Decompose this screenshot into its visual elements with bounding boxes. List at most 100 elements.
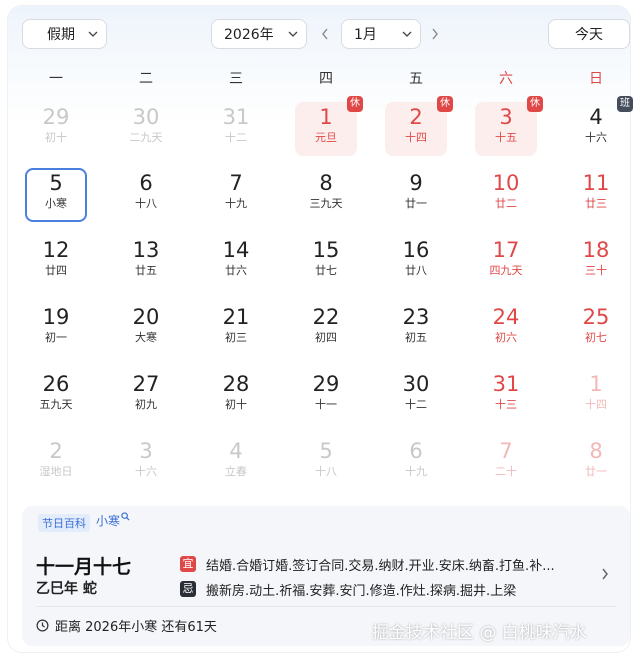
day-number: 5: [49, 171, 63, 195]
weekday-label: 日: [589, 71, 603, 87]
day-cell[interactable]: 4 十六班: [565, 96, 633, 156]
month-select-value: 1月: [354, 27, 377, 43]
day-cell[interactable]: 8 廿一: [565, 436, 627, 490]
holiday-select-value: 假期: [47, 27, 75, 43]
day-number: 13: [132, 238, 160, 262]
day-cell[interactable]: 14 廿六: [205, 235, 267, 289]
day-number: 30: [402, 372, 430, 396]
lunar-label: 初五: [405, 331, 427, 344]
day-cell[interactable]: 2 湿地日: [25, 436, 87, 490]
day-cell[interactable]: 7 二十: [475, 436, 537, 490]
rest-day-badge: 休: [527, 96, 543, 112]
day-number: 8: [319, 171, 333, 195]
weekday-label: 六: [499, 71, 513, 87]
year-select[interactable]: 2026年: [211, 19, 307, 49]
day-cell[interactable]: 3 十五休: [475, 96, 543, 156]
day-cell[interactable]: 2 十四休: [385, 96, 453, 156]
lunar-label: 十四: [585, 398, 607, 411]
lunar-label: 十五: [495, 131, 517, 144]
workday-badge: 班: [617, 96, 633, 112]
lunar-label: 廿七: [315, 264, 337, 277]
day-cell[interactable]: 1 十四: [565, 369, 627, 423]
day-cell[interactable]: 19 初一: [25, 302, 87, 356]
day-cell[interactable]: 31 十二: [205, 102, 267, 156]
day-cell[interactable]: 21 初三: [205, 302, 267, 356]
month-select[interactable]: 1月: [341, 19, 421, 49]
lunar-label: 小寒: [45, 197, 67, 210]
lunar-date: 十一月十七: [36, 556, 132, 578]
day-cell[interactable]: 31 十三: [475, 369, 537, 423]
lunar-label: 十四: [405, 131, 427, 144]
day-cell[interactable]: 6 十九: [385, 436, 447, 490]
lunar-label: 十八: [135, 197, 157, 210]
day-cell[interactable]: 18 三十: [565, 235, 627, 289]
day-number: 23: [402, 305, 430, 329]
day-cell[interactable]: 13 廿五: [115, 235, 177, 289]
day-cell[interactable]: 25 初七: [565, 302, 627, 356]
lunar-label: 初十: [45, 131, 67, 144]
day-cell[interactable]: 9 廿一: [385, 168, 447, 222]
day-number: 31: [492, 372, 520, 396]
lunar-label: 二九天: [129, 131, 163, 144]
day-cell[interactable]: 1 元旦休: [295, 96, 363, 156]
day-cell[interactable]: 3 十六: [115, 436, 177, 490]
day-number: 25: [582, 305, 610, 329]
day-cell[interactable]: 10 廿二: [475, 168, 537, 222]
day-number: 27: [132, 372, 160, 396]
day-cell[interactable]: 24 初六: [475, 302, 537, 356]
day-cell[interactable]: 15 廿七: [295, 235, 357, 289]
day-cell[interactable]: 22 初四: [295, 302, 357, 356]
day-cell[interactable]: 5 十八: [295, 436, 357, 490]
rest-day-badge: 休: [347, 96, 363, 112]
lunar-label: 廿六: [225, 264, 247, 277]
day-cell[interactable]: 6 十八: [115, 168, 177, 222]
day-cell[interactable]: 23 初五: [385, 302, 447, 356]
day-cell[interactable]: 20 大寒: [115, 302, 177, 356]
day-number: 1: [589, 372, 603, 396]
lunar-label: 十六: [135, 465, 157, 478]
day-cell[interactable]: 30 二九天: [115, 102, 177, 156]
countdown-text: 距离 2026年小寒 还有61天: [55, 620, 217, 635]
day-number: 12: [42, 238, 70, 262]
inauspicious-activities: 搬新房.动土.祈福.安葬.安门.修造.作灶.探病.掘井.上梁: [206, 584, 517, 599]
day-cell[interactable]: 8 三九天: [295, 168, 357, 222]
ganzhi-year: 乙巳年 蛇: [36, 581, 97, 597]
day-number: 16: [402, 238, 430, 262]
more-details-button[interactable]: [600, 566, 612, 580]
day-cell[interactable]: 29 十一: [295, 369, 357, 423]
day-number: 10: [492, 171, 520, 195]
lunar-label: 廿二: [495, 197, 517, 210]
day-cell[interactable]: 27 初九: [115, 369, 177, 423]
day-cell[interactable]: 12 廿四: [25, 235, 87, 289]
lunar-label: 十六: [585, 131, 607, 144]
prev-month-button[interactable]: [318, 26, 332, 42]
lunar-label: 初十: [225, 398, 247, 411]
day-cell[interactable]: 16 廿八: [385, 235, 447, 289]
day-cell[interactable]: 29 初十: [25, 102, 87, 156]
day-cell[interactable]: 26 五九天: [25, 369, 87, 423]
day-cell[interactable]: 28 初十: [205, 369, 267, 423]
lunar-label: 初六: [495, 331, 517, 344]
divider: [36, 606, 616, 607]
day-cell[interactable]: 4 立春: [205, 436, 267, 490]
day-number: 29: [42, 105, 70, 129]
lunar-label: 十二: [225, 131, 247, 144]
day-cell[interactable]: 11 廿三: [565, 168, 627, 222]
next-month-button[interactable]: [428, 26, 442, 42]
day-cell-today[interactable]: 5 小寒: [25, 168, 87, 222]
solar-term-label: 小寒: [96, 514, 121, 528]
day-number: 22: [312, 305, 340, 329]
day-number: 4: [229, 439, 243, 463]
day-cell[interactable]: 7 十九: [205, 168, 267, 222]
holiday-select[interactable]: 假期: [22, 19, 107, 49]
day-cell[interactable]: 30 十二: [385, 369, 447, 423]
chevron-right-icon: [602, 568, 608, 580]
weekday-label: 五: [409, 71, 423, 87]
today-button[interactable]: 今天: [548, 19, 630, 49]
day-number: 6: [139, 171, 153, 195]
lunar-label: 元旦: [315, 131, 337, 144]
solar-term-link[interactable]: 小寒: [96, 512, 130, 529]
chevron-down-icon: [288, 31, 298, 37]
day-cell[interactable]: 17 四九天: [475, 235, 537, 289]
lunar-label: 四九天: [489, 264, 523, 277]
